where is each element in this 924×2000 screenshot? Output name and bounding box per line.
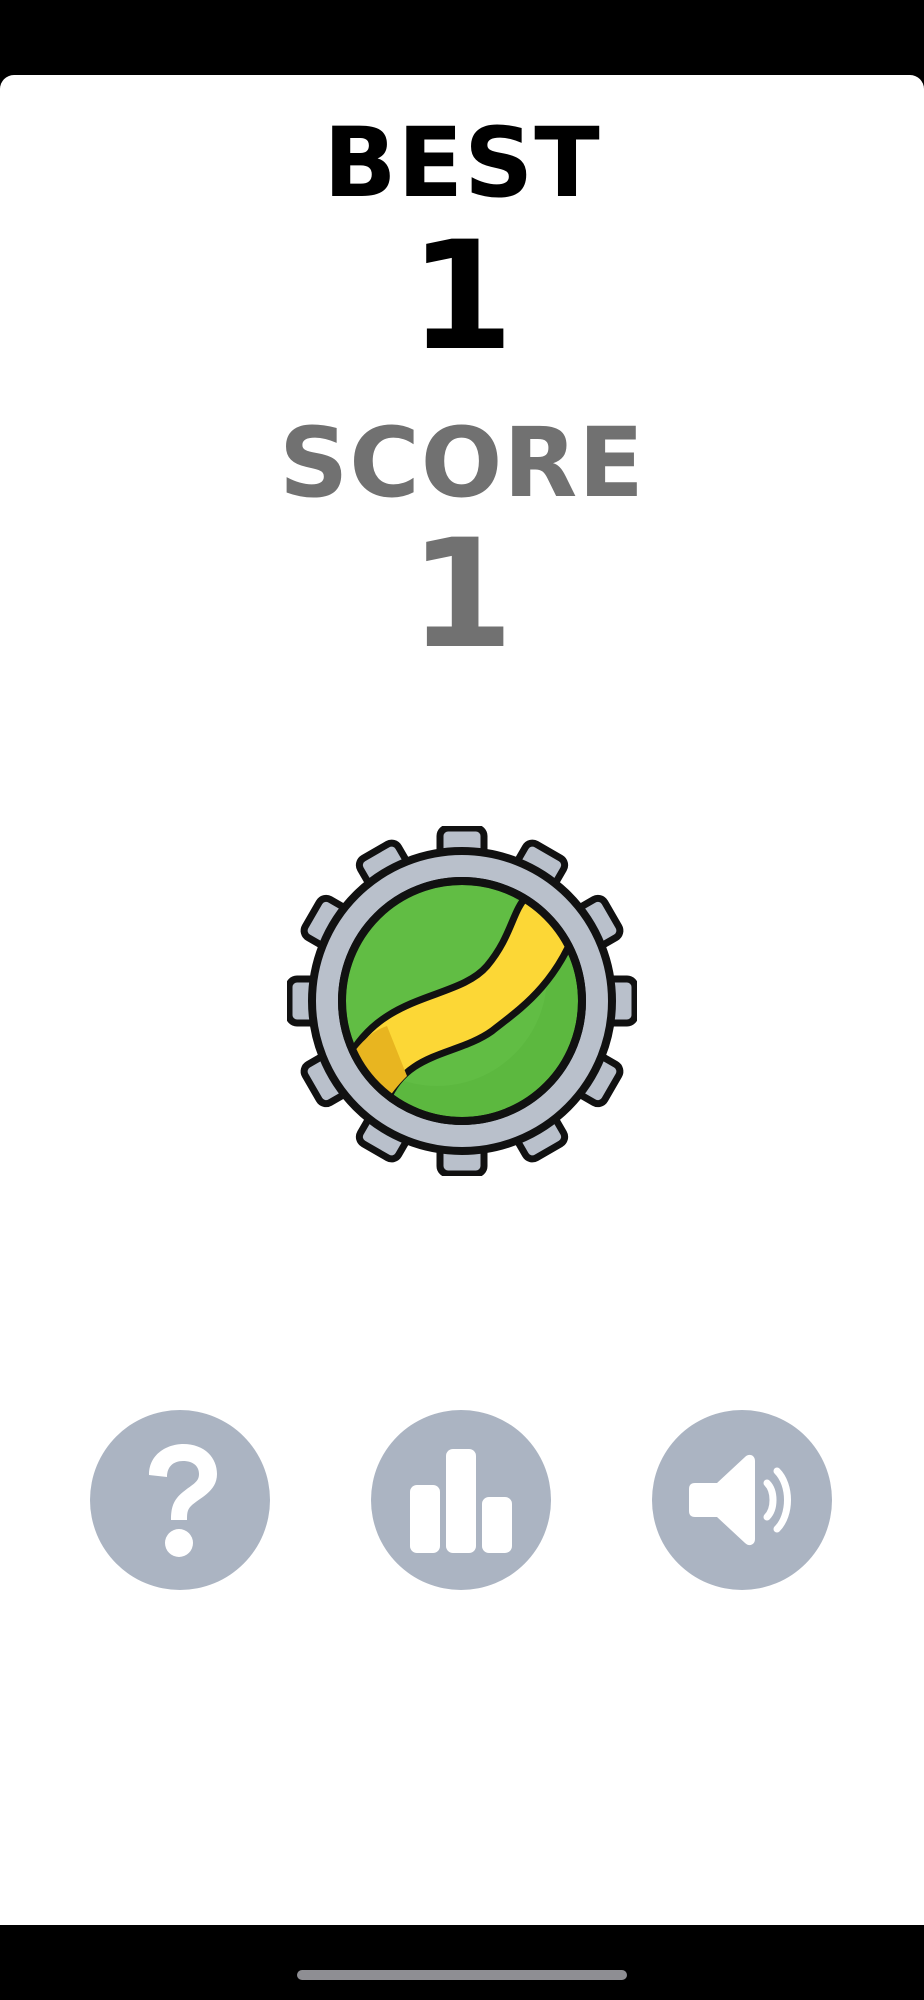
home-indicator[interactable]: [297, 1970, 627, 1980]
best-value: 1: [409, 210, 515, 384]
help-button[interactable]: [90, 1410, 270, 1590]
speaker-icon: [689, 1454, 791, 1546]
score-value: 1: [409, 508, 515, 682]
score-label: SCORE: [279, 407, 645, 519]
best-label: BEST: [323, 107, 601, 219]
sound-button[interactable]: [652, 1410, 832, 1590]
bar-chart-icon: [410, 1449, 512, 1553]
question-mark-icon: [149, 1444, 217, 1557]
gear-ball-icon[interactable]: [287, 826, 637, 1176]
leaderboard-button[interactable]: [371, 1410, 551, 1590]
bottom-bar: [0, 1925, 924, 2000]
status-bar: [0, 0, 924, 75]
